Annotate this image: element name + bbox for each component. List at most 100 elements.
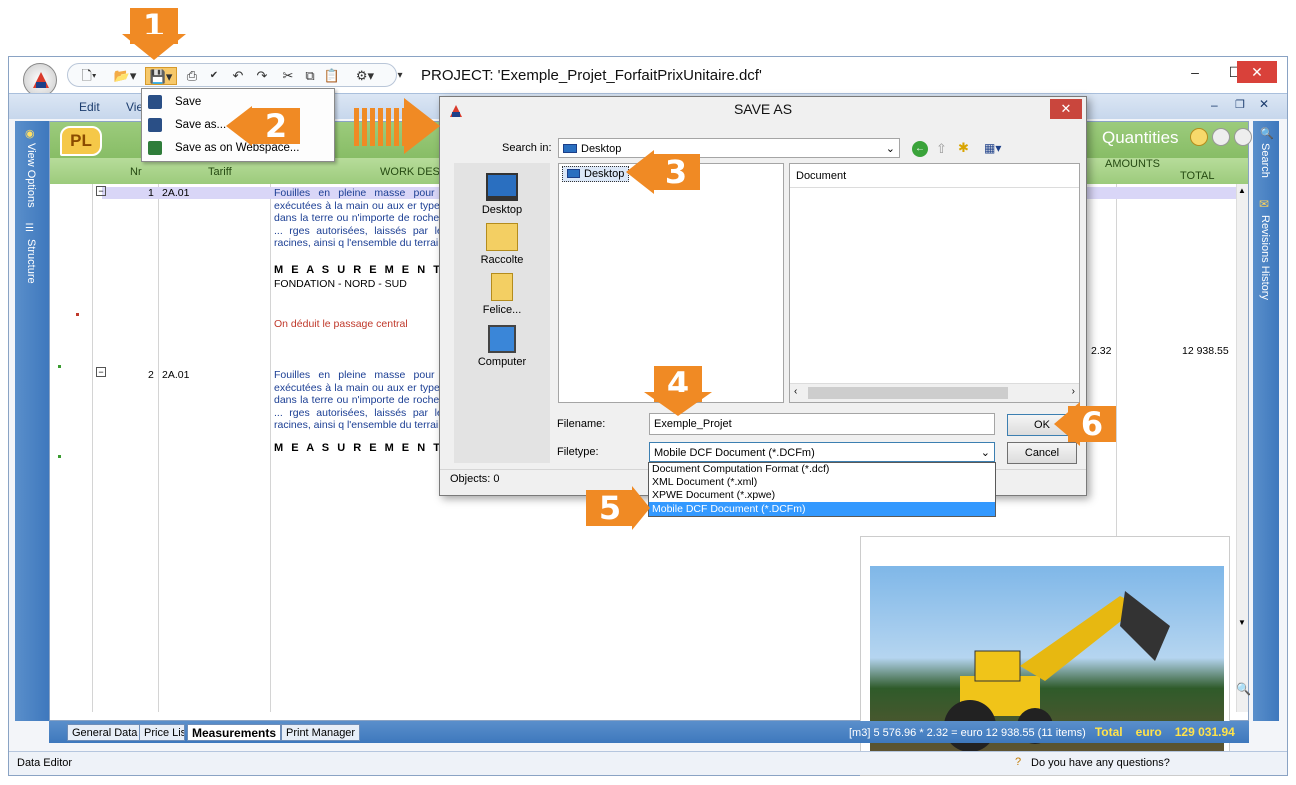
right-sidebar: 🔍 Search ✉ Revisions History xyxy=(1253,121,1279,721)
search-in-value: Desktop xyxy=(581,143,622,155)
place-computer[interactable]: Computer xyxy=(454,325,550,368)
summary-currency: euro xyxy=(1135,725,1162,739)
scroll-thumb[interactable] xyxy=(808,387,1008,399)
tab-general-data[interactable]: General Data xyxy=(67,724,143,741)
floppy-icon xyxy=(148,118,162,132)
filetype-option[interactable]: Document Computation Format (*.dcf) xyxy=(649,463,995,476)
folder-item-desktop[interactable]: Desktop xyxy=(562,166,630,182)
help-question[interactable]: Do you have any questions? xyxy=(1031,757,1170,769)
envelope-icon: ✉ xyxy=(1259,197,1270,211)
filetype-select[interactable]: Mobile DCF Document (*.DCFm) ⌄ xyxy=(649,442,995,462)
place-user-folder[interactable]: Felice... xyxy=(454,273,550,316)
new-folder-icon[interactable]: ✱ xyxy=(958,140,969,156)
dialog-pointer-arrow-icon xyxy=(354,108,406,146)
desktop-small-icon xyxy=(567,169,580,178)
folder-monitor-icon xyxy=(563,144,577,153)
search-icon: 🔍 xyxy=(1260,128,1274,140)
spellcheck-icon[interactable]: ✔ xyxy=(205,67,223,85)
collapse-icon[interactable]: − xyxy=(96,186,106,196)
minimize-button[interactable]: – xyxy=(1175,61,1215,83)
menu-edit[interactable]: Edit xyxy=(79,100,100,114)
scroll-down-icon[interactable]: ▼ xyxy=(1238,618,1246,627)
collapse-icon[interactable]: − xyxy=(96,367,106,377)
file-list-pane[interactable] xyxy=(789,163,1080,403)
close-window-button[interactable]: ✕ xyxy=(1237,61,1277,83)
grid-line xyxy=(158,184,159,712)
search-in-label: Search in: xyxy=(502,142,552,154)
eye-icon[interactable] xyxy=(1190,128,1208,146)
open-folder-icon[interactable]: 📂▾ xyxy=(109,67,141,85)
sidebar-revisions-history[interactable]: Revisions History xyxy=(1259,215,1271,300)
filetype-dropdown-list: Document Computation Format (*.dcf) XML … xyxy=(648,462,996,517)
back-icon[interactable]: ← xyxy=(912,141,928,157)
deduction-line: On déduit le passage central xyxy=(274,318,408,330)
copy-icon[interactable]: ⧉ xyxy=(301,67,319,85)
customize-toolbar-icon[interactable]: ▾ xyxy=(393,67,407,85)
filetype-value: Mobile DCF Document (*.DCFm) xyxy=(654,447,815,459)
menu-item-label: Save as... xyxy=(175,119,227,131)
summary-bar: [m3] 5 576.96 * 2.32 = euro 12 938.55 (1… xyxy=(849,725,1235,739)
structure-icon: ☰ xyxy=(25,223,34,234)
new-document-icon[interactable]: 🗋▾ xyxy=(75,67,103,85)
filename-input[interactable]: Exemple_Projet xyxy=(649,413,995,435)
sidebar-structure[interactable]: Structure xyxy=(25,239,37,284)
dialog-pointer-arrowhead-icon xyxy=(404,98,440,154)
objects-count: Objects: 0 xyxy=(450,473,500,485)
save-icon[interactable]: 💾▾ xyxy=(145,67,177,85)
sidebar-view-options[interactable]: View Options xyxy=(25,143,37,208)
filetype-option[interactable]: XML Document (*.xml) xyxy=(649,476,995,489)
computer-icon xyxy=(488,325,516,353)
zoom-icon[interactable]: 🔍 xyxy=(1236,682,1251,696)
horizontal-scrollbar[interactable]: ‹ › xyxy=(790,383,1079,402)
scroll-right-icon[interactable]: › xyxy=(1072,386,1075,397)
pl-logo: PL xyxy=(60,126,102,156)
filetype-option[interactable]: XPWE Document (*.xpwe) xyxy=(649,489,995,502)
undo-icon[interactable]: ↶ xyxy=(229,67,247,85)
folder-item-label: Desktop xyxy=(584,168,625,180)
sheet-tabs: General Data Price List Measurements Pri… xyxy=(49,721,1249,743)
tab-measurements[interactable]: Measurements xyxy=(187,724,282,741)
app-logo-icon[interactable] xyxy=(23,63,57,97)
chevron-down-icon: ⌄ xyxy=(980,447,990,459)
filetype-option-selected[interactable]: Mobile DCF Document (*.DCFm) xyxy=(649,502,995,516)
help-icon: ? xyxy=(1015,756,1022,768)
callout-3: 3 xyxy=(652,154,700,190)
settings-icon[interactable] xyxy=(1234,128,1252,146)
row-total: 12 938.55 xyxy=(1182,345,1229,357)
dialog-title: SAVE AS xyxy=(733,101,793,117)
filter-icon[interactable] xyxy=(1212,128,1230,146)
up-folder-icon[interactable]: ⇧ xyxy=(936,141,947,157)
tab-print-manager[interactable]: Print Manager xyxy=(281,724,361,741)
view-menu-icon[interactable]: ▦▾ xyxy=(984,141,1001,155)
row-description: Fouilles en pleine masse pour c exécutée… xyxy=(274,187,448,249)
left-sidebar: ◉ View Options ☰ Structure xyxy=(15,121,49,721)
doc-minimize-icon[interactable]: – xyxy=(1211,98,1218,112)
save-as-dialog: SAVE AS ✕ Search in: Desktop ⌄ ← ⇧ ✱ ▦▾ … xyxy=(439,96,1087,496)
user-folder-icon xyxy=(491,273,513,301)
paste-special-icon[interactable]: ⚙▾ xyxy=(347,67,383,85)
cut-icon[interactable]: ✂ xyxy=(279,67,297,85)
redo-icon[interactable]: ↷ xyxy=(253,67,271,85)
column-total: TOTAL xyxy=(1180,170,1215,182)
doc-close-icon[interactable]: ✕ xyxy=(1259,97,1269,111)
vertical-scrollbar[interactable] xyxy=(1236,184,1248,712)
row-nr: 1 xyxy=(148,187,154,199)
doc-restore-icon[interactable]: ❐ xyxy=(1235,98,1245,111)
print-icon[interactable]: ⎙ xyxy=(183,67,201,85)
search-in-select[interactable]: Desktop ⌄ xyxy=(558,138,900,158)
file-list-column[interactable]: Document xyxy=(796,170,846,182)
place-desktop[interactable]: Desktop xyxy=(454,173,550,216)
paste-icon[interactable]: 📋 xyxy=(323,67,341,85)
scroll-left-icon[interactable]: ‹ xyxy=(794,386,797,397)
sidebar-search[interactable]: Search xyxy=(1259,143,1271,178)
place-raccolte[interactable]: Raccolte xyxy=(454,223,550,266)
red-marker-icon xyxy=(76,313,79,316)
globe-floppy-icon xyxy=(148,141,162,155)
dialog-close-button[interactable]: ✕ xyxy=(1050,99,1082,119)
page: { "window": { "project_title": "PROJECT:… xyxy=(0,0,1296,785)
scroll-up-icon[interactable]: ▲ xyxy=(1238,186,1246,195)
column-amounts: AMOUNTS xyxy=(1105,158,1160,170)
tab-price-list[interactable]: Price List xyxy=(139,724,185,741)
row-tariff: 2A.01 xyxy=(162,369,190,381)
summary-text: [m3] 5 576.96 * 2.32 = euro 12 938.55 (1… xyxy=(849,727,1086,739)
